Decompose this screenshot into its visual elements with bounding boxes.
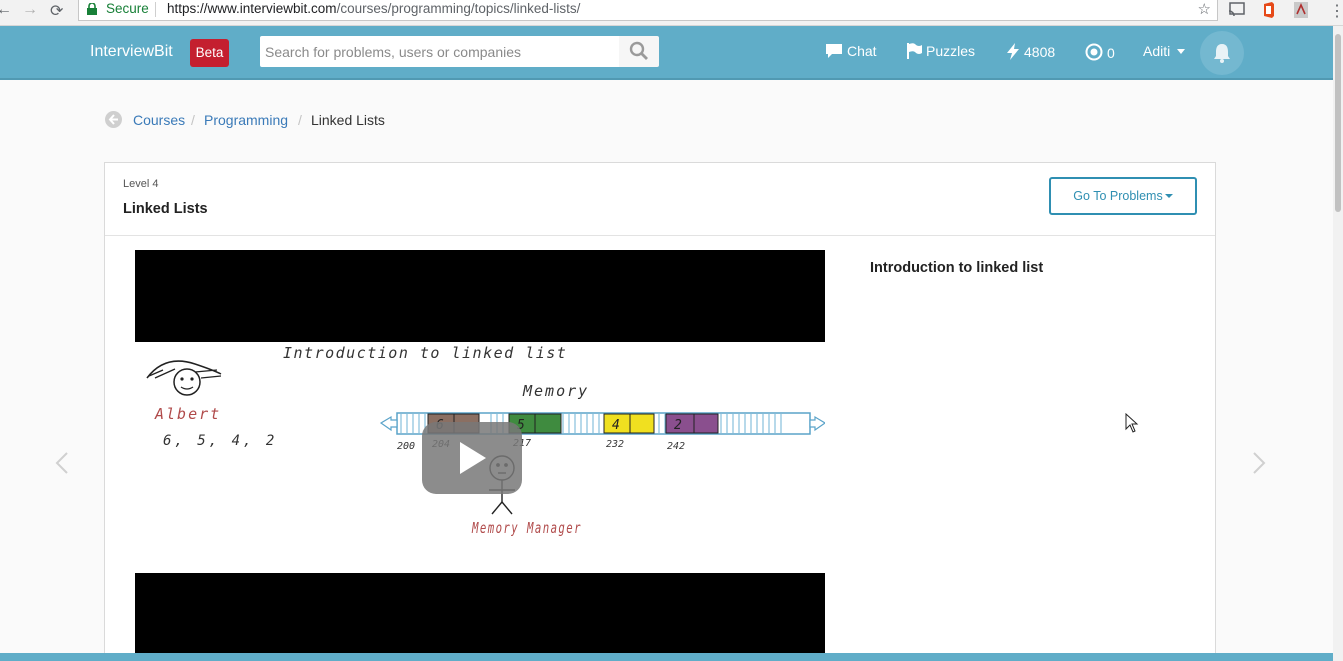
user-name: Aditi xyxy=(1143,43,1171,59)
next-arrow-icon[interactable] xyxy=(1247,451,1271,475)
puzzles-label: Puzzles xyxy=(926,43,976,59)
albert-numbers: 6, 5, 4, 2 xyxy=(163,433,277,449)
back-arrow-glyph xyxy=(108,114,118,125)
play-icon xyxy=(460,442,486,474)
notifications-button[interactable] xyxy=(1200,31,1244,75)
block-value: 4 xyxy=(612,418,620,433)
user-menu[interactable]: Aditi xyxy=(1143,43,1186,59)
flag-icon xyxy=(907,43,922,59)
office-icon[interactable] xyxy=(1262,2,1276,18)
caret-down-icon xyxy=(1164,194,1173,198)
go-to-problems-label: Go To Problems xyxy=(1073,189,1163,203)
go-to-problems-button[interactable]: Go To Problems xyxy=(1049,177,1197,215)
back-arrow-icon[interactable]: ← xyxy=(0,1,12,19)
lesson-title: Introduction to linked list xyxy=(870,260,1044,276)
reload-icon[interactable]: ⟳ xyxy=(50,1,63,21)
manager-label: Memory Manager xyxy=(471,519,582,537)
albert-face-icon xyxy=(146,360,222,396)
lock-icon xyxy=(87,3,97,15)
secure-label: Secure xyxy=(106,1,149,16)
puzzles-link[interactable]: Puzzles xyxy=(906,43,975,59)
coin-icon xyxy=(1085,43,1103,61)
frame-title-text: Introduction to linked list xyxy=(283,344,567,362)
score-link[interactable]: 4808 xyxy=(1006,43,1055,60)
page-scrollbar[interactable] xyxy=(1333,26,1343,661)
score-value: 4808 xyxy=(1024,44,1056,60)
play-button[interactable] xyxy=(422,422,522,494)
topic-header: Level 4 Linked Lists Go To Problems xyxy=(105,163,1215,236)
breadcrumb-courses[interactable]: Courses xyxy=(133,112,185,128)
coins-link[interactable]: 0 xyxy=(1085,43,1115,61)
menu-dots-icon[interactable]: ⋮ xyxy=(1329,1,1343,21)
pdf-icon[interactable] xyxy=(1293,2,1309,18)
browser-chrome: ← → ⟳ Secure https://www.interviewbit.co… xyxy=(0,0,1343,26)
address-bar[interactable]: Secure https://www.interviewbit.com/cour… xyxy=(78,0,1218,21)
lightning-icon xyxy=(1007,43,1019,60)
chevron-down-icon xyxy=(1177,49,1186,54)
memory-label: Memory xyxy=(522,382,589,400)
albert-label: Albert xyxy=(154,405,221,423)
chat-label: Chat xyxy=(847,43,877,59)
video-player[interactable]: Introduction to linked list Albert 6, 5,… xyxy=(135,250,825,653)
mouse-cursor-icon xyxy=(1125,413,1139,433)
forward-arrow-icon[interactable]: → xyxy=(22,1,38,19)
url-host: https://www.interviewbit.com xyxy=(167,1,337,16)
breadcrumb-programming[interactable]: Programming xyxy=(204,112,288,128)
cast-icon[interactable] xyxy=(1228,2,1246,18)
previous-arrow-icon[interactable] xyxy=(50,451,74,475)
coins-value: 0 xyxy=(1107,45,1115,61)
url-path: /courses/programming/topics/linked-lists… xyxy=(336,1,581,16)
breadcrumb-current: Linked Lists xyxy=(311,112,385,128)
bottom-bar xyxy=(0,653,1333,661)
url-text[interactable]: https://www.interviewbit.com/courses/pro… xyxy=(167,1,580,16)
address-label: 200 xyxy=(397,441,415,452)
address-separator xyxy=(155,2,156,17)
bell-icon xyxy=(1214,44,1230,63)
chat-link[interactable]: Chat xyxy=(825,43,877,59)
scrollbar-thumb[interactable] xyxy=(1335,34,1341,212)
site-logo[interactable]: InterviewBit xyxy=(90,43,173,61)
back-circle-icon[interactable] xyxy=(105,111,122,128)
search-icon xyxy=(629,41,648,60)
beta-badge: Beta xyxy=(190,39,229,67)
bookmark-star-icon[interactable]: ☆ xyxy=(1198,0,1211,18)
level-label: Level 4 xyxy=(123,178,159,190)
chat-icon xyxy=(826,44,842,58)
site-header: InterviewBit Beta Chat Puzzles 4808 0 Ad… xyxy=(0,26,1333,80)
topic-title: Linked Lists xyxy=(123,201,208,217)
block-value: 2 xyxy=(674,418,682,433)
search-input[interactable] xyxy=(260,36,619,67)
breadcrumb-separator: / xyxy=(191,112,195,128)
address-label: 232 xyxy=(606,439,624,450)
search-button[interactable] xyxy=(619,36,659,67)
breadcrumb-separator: / xyxy=(298,112,302,128)
address-label: 242 xyxy=(667,441,685,452)
